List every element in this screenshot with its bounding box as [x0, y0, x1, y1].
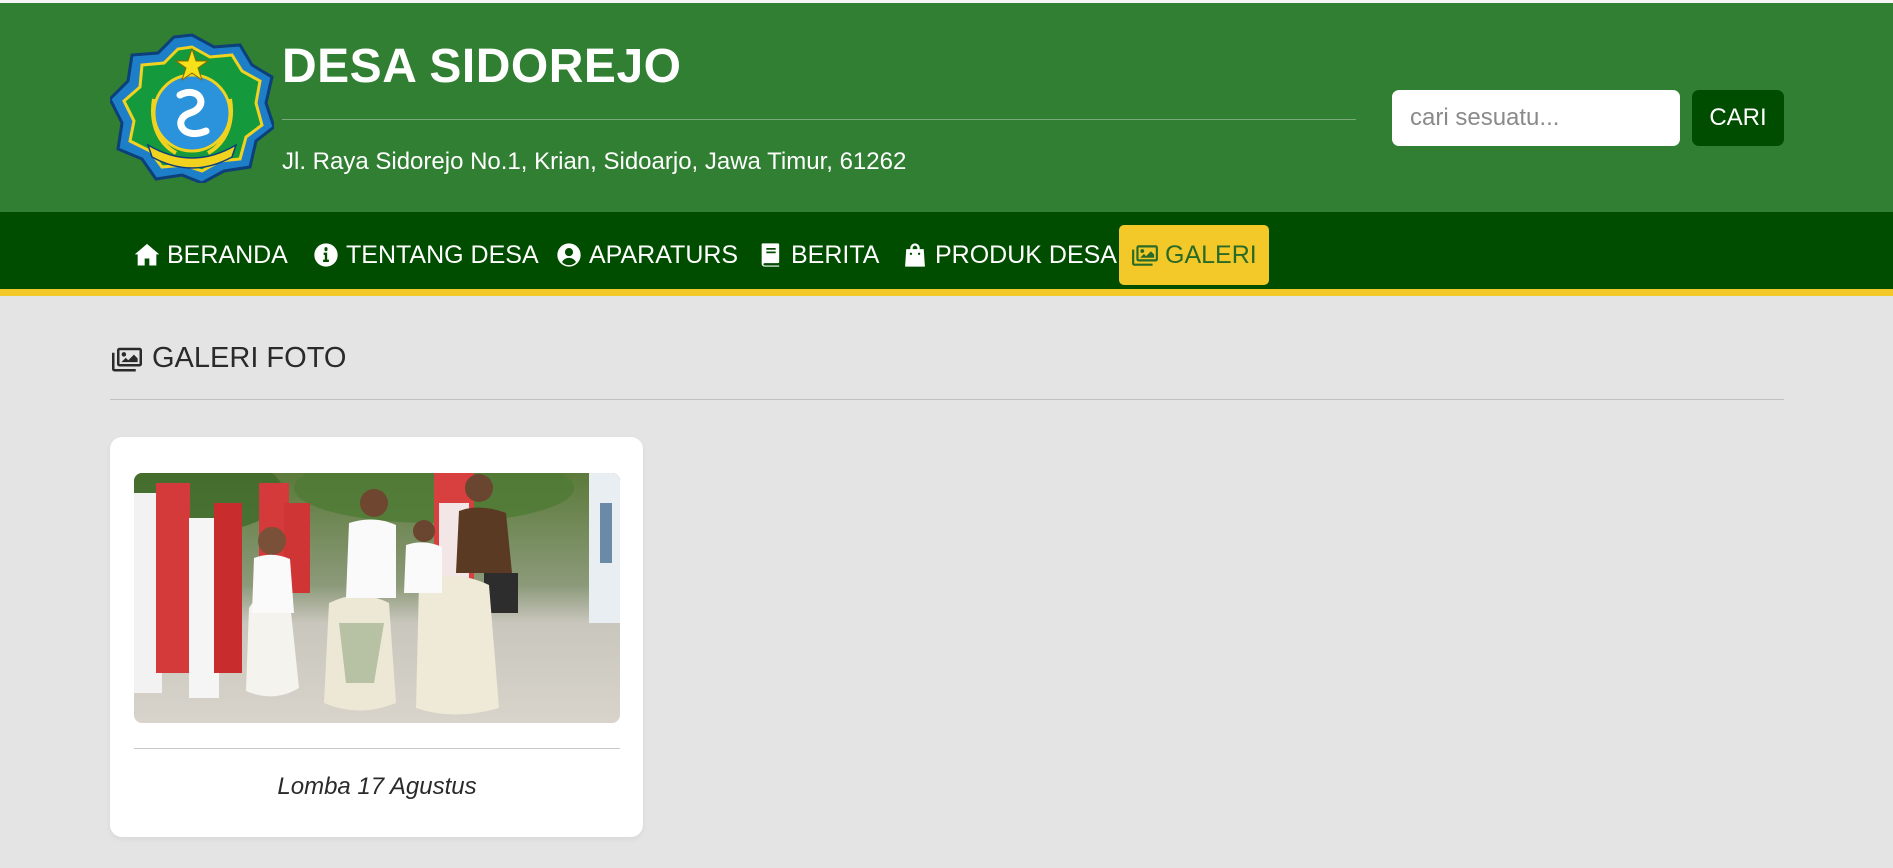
nav-label: PRODUK DESA: [935, 240, 1117, 269]
card-divider: [134, 748, 620, 749]
shopping-bag-icon: [905, 243, 925, 267]
user-circle-icon: [557, 243, 581, 267]
nav-label: TENTANG DESA: [346, 240, 539, 269]
nav-label: GALERI: [1165, 240, 1257, 269]
nav-label: BERITA: [791, 240, 880, 269]
nav-label: BERANDA: [167, 240, 288, 269]
gallery-card[interactable]: Lomba 17 Agustus: [110, 437, 643, 837]
page-title: GALERI FOTO: [110, 342, 346, 375]
nav-label: APARATURS: [589, 240, 739, 269]
info-circle-icon: [314, 243, 338, 267]
gallery-caption: Lomba 17 Agustus: [277, 773, 477, 800]
kabupaten-sidoarjo-logo[interactable]: [110, 33, 274, 183]
book-icon: [761, 243, 780, 267]
page-title-text: GALERI FOTO: [152, 342, 347, 374]
home-icon: [134, 243, 160, 266]
nav-item-berita[interactable]: BERITA: [745, 225, 891, 285]
nav-item-aparaturs[interactable]: APARATURS: [543, 225, 750, 285]
title-divider: [282, 119, 1356, 120]
nav-item-galeri[interactable]: GALERI: [1119, 225, 1269, 285]
nav-item-produk-desa[interactable]: PRODUK DESA: [889, 225, 1129, 285]
nav-item-tentang-desa[interactable]: TENTANG DESA: [300, 225, 551, 285]
section-divider: [110, 399, 1784, 400]
site-header: DESA SIDOREJO Jl. Raya Sidorejo No.1, Kr…: [0, 0, 1893, 212]
search-button[interactable]: CARI: [1692, 90, 1784, 146]
site-address: Jl. Raya Sidorejo No.1, Krian, Sidoarjo,…: [282, 148, 907, 175]
nav-item-beranda[interactable]: BERANDA: [121, 225, 300, 285]
images-icon: [112, 347, 142, 371]
search-input[interactable]: [1392, 90, 1680, 146]
main-navbar: BERANDA TENTANG DESA APARATURS BERITA PR…: [0, 212, 1893, 296]
site-title[interactable]: DESA SIDOREJO: [282, 39, 681, 94]
images-icon: [1132, 245, 1158, 266]
gallery-photo[interactable]: [134, 473, 620, 723]
